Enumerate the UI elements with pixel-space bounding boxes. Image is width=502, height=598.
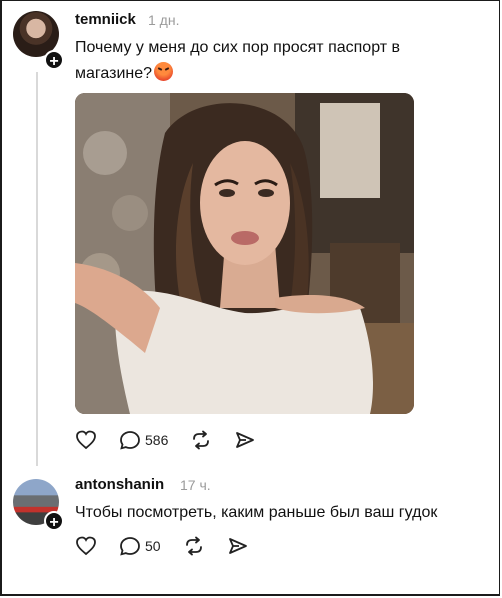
like-button[interactable]	[75, 430, 97, 450]
repost-button[interactable]	[190, 430, 212, 450]
like-button[interactable]	[75, 536, 97, 556]
comment-icon	[120, 537, 140, 556]
comment-button[interactable]: 50	[119, 536, 161, 556]
repost-icon	[193, 430, 210, 450]
share-icon	[228, 538, 247, 554]
post-image[interactable]	[75, 93, 414, 414]
plus-icon[interactable]: +	[44, 50, 64, 70]
post-actions: 586	[75, 430, 278, 450]
angry-face-icon	[154, 62, 174, 81]
post-timestamp: 1 дн.	[148, 12, 180, 28]
repost-button[interactable]	[183, 536, 205, 556]
repost-icon	[185, 536, 202, 556]
comment-icon	[120, 431, 140, 450]
share-icon	[236, 432, 255, 448]
selfie-photo	[75, 93, 414, 414]
comment-button[interactable]: 586	[119, 430, 168, 450]
heart-icon	[76, 430, 96, 450]
plus-icon[interactable]: +	[44, 511, 64, 531]
post-text-content: Почему у меня до сих пор просят паспорт …	[75, 39, 401, 82]
share-button[interactable]	[227, 536, 249, 556]
post-username[interactable]: antonshanin	[75, 476, 164, 493]
post-text: Почему у меня до сих пор просят паспорт …	[75, 35, 435, 87]
heart-icon	[76, 536, 96, 556]
share-button[interactable]	[234, 430, 256, 450]
post-text: Чтобы посмотреть, каким раньше был ваш г…	[75, 504, 438, 521]
post-username[interactable]: temniick	[75, 11, 136, 28]
comment-count: 586	[145, 432, 169, 448]
post-actions: 50	[75, 536, 271, 556]
thread-line	[36, 72, 38, 466]
comment-count: 50	[145, 538, 161, 554]
post-timestamp: 17 ч.	[180, 477, 211, 493]
